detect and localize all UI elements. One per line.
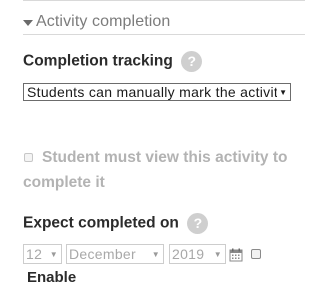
month-select[interactable]: December ▼ — [66, 244, 164, 264]
help-icon[interactable]: ? — [181, 51, 203, 72]
dropdown-arrow-icon: ▼ — [213, 249, 222, 259]
expect-completed-label: Expect completed on — [23, 214, 179, 232]
completion-tracking-row: Completion tracking ? — [23, 51, 203, 72]
dropdown-arrow-icon: ▼ — [49, 249, 58, 259]
day-value: 12 — [26, 246, 43, 262]
year-value: 2019 — [172, 246, 205, 262]
day-select[interactable]: 12 ▼ — [23, 244, 62, 264]
completion-tracking-label: Completion tracking — [23, 52, 173, 70]
year-select[interactable]: 2019 ▼ — [169, 244, 226, 264]
section-title: Activity completion — [36, 13, 171, 30]
section-header-activity-completion[interactable]: Activity completion — [23, 10, 305, 35]
dropdown-arrow-icon: ▼ — [279, 87, 287, 97]
top-divider — [23, 0, 305, 1]
caret-down-icon — [23, 19, 33, 26]
require-view-checkbox[interactable] — [24, 153, 33, 162]
enable-checkbox[interactable] — [251, 249, 261, 259]
require-view-label-line1: Student must view this activity to — [42, 149, 288, 166]
month-value: December — [69, 246, 136, 262]
expect-completed-row: Expect completed on ? — [23, 213, 209, 234]
completion-tracking-selected-value: Students can manually mark the activity … — [27, 84, 277, 100]
completion-tracking-select[interactable]: Students can manually mark the activity … — [23, 83, 291, 101]
require-view-label-line2: complete it — [23, 174, 105, 191]
calendar-icon[interactable] — [229, 248, 243, 262]
enable-label: Enable — [27, 269, 77, 286]
help-icon[interactable]: ? — [187, 213, 209, 234]
dropdown-arrow-icon: ▼ — [151, 249, 160, 259]
